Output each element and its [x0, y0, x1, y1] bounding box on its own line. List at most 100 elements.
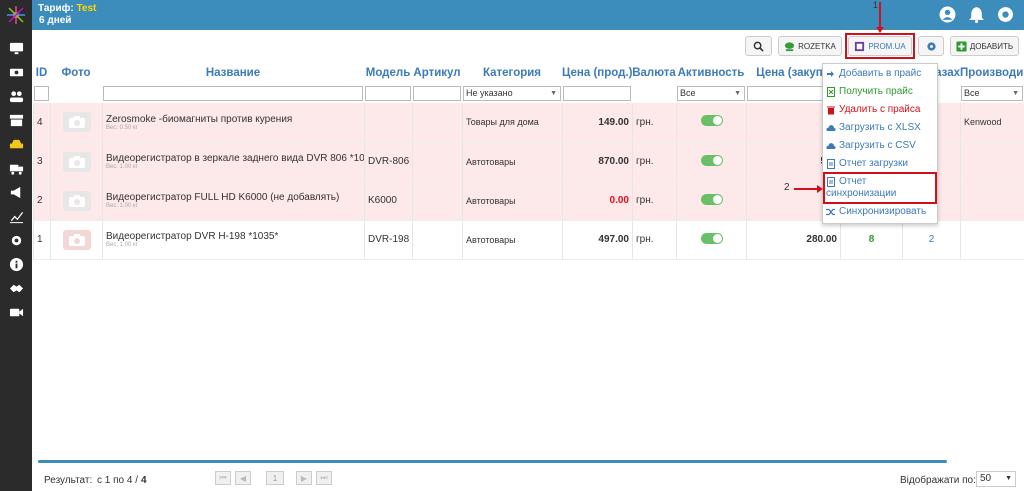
filter-producer[interactable]: Все ▼ [961, 85, 1023, 101]
row-article [412, 142, 463, 182]
user-icon[interactable] [939, 6, 956, 23]
col-currency[interactable]: Валюта [632, 63, 676, 83]
menu-add-to-price[interactable]: Добавить в прайс [823, 66, 937, 84]
archive-icon[interactable] [8, 112, 24, 128]
car-icon[interactable] [8, 136, 24, 152]
product-weight: Вес: 0.50 кг [106, 124, 138, 131]
trash-icon [827, 106, 835, 115]
cloud-upload-icon [826, 143, 836, 149]
per-page-select[interactable]: 50 ▼ [976, 471, 1016, 487]
row-id: 4 [33, 103, 51, 143]
cloud-upload-icon [826, 125, 836, 131]
row-id: 1 [33, 220, 51, 260]
row-model [364, 103, 413, 143]
menu-synchronize[interactable]: Синхронизировать [823, 204, 937, 222]
last-page-button[interactable]: ⏭ [316, 471, 332, 485]
col-article[interactable]: Артикул [412, 63, 462, 83]
pager: Результат: с 1 по 4 / 4 ⏮ ◀ 1 ▶ ⏭ Відобр… [0, 468, 1024, 490]
product-name[interactable]: Видеорегистратор FULL HD K6000 (не добав… [106, 192, 361, 203]
activity-toggle[interactable] [700, 115, 723, 127]
col-producer[interactable]: Производи [960, 63, 1024, 83]
col-category[interactable]: Категория [462, 63, 562, 83]
app-logo-icon[interactable] [5, 4, 27, 26]
menu-upload-xlsx[interactable]: Загрузить с XLSX [823, 120, 937, 138]
money-icon[interactable] [8, 64, 24, 80]
col-name[interactable]: Название [102, 63, 364, 83]
product-weight: Вес: 1.00 кг [106, 203, 138, 209]
row-id: 3 [33, 142, 51, 182]
filter-model[interactable] [365, 85, 411, 101]
gear-icon[interactable] [8, 232, 24, 248]
activity-toggle[interactable] [700, 193, 723, 205]
product-name[interactable]: Видеорегистратор DVR H-198 *1035* [106, 231, 361, 242]
activity-toggle[interactable] [700, 154, 723, 166]
search-button[interactable] [745, 36, 772, 56]
row-article [412, 220, 463, 260]
filter-activity[interactable]: Все ▼ [677, 85, 745, 101]
table-row[interactable]: 1 Видеорегистратор DVR H-198 *1035* Вес: 1… [33, 220, 1024, 260]
settings-button[interactable] [918, 36, 944, 56]
video-icon[interactable] [8, 304, 24, 320]
col-photo[interactable]: Фото [50, 63, 102, 83]
row-producer: Kenwood [960, 103, 1024, 143]
col-price[interactable]: Цена (прод.) [562, 63, 632, 83]
col-model[interactable]: Модель [364, 63, 412, 83]
col-activity[interactable]: Активность [676, 63, 746, 83]
product-weight: Вес: 1.00 кг [106, 242, 138, 248]
prev-page-button[interactable]: ◀ [235, 471, 251, 485]
camera-placeholder-icon[interactable] [62, 151, 91, 172]
product-name[interactable]: Zerosmoke -биомагниты против курения [106, 114, 361, 125]
horizontal-scrollbar[interactable] [38, 460, 947, 463]
per-page-value: 50 [980, 473, 992, 484]
product-name[interactable]: Видеорегистратор в зеркале заднего вида … [106, 153, 365, 164]
chart-icon[interactable] [8, 208, 24, 224]
row-currency: грн. [632, 103, 677, 143]
row-model: K6000 [364, 181, 413, 221]
first-page-button[interactable]: ⏮ [215, 471, 231, 485]
page-number-input[interactable]: 1 [266, 471, 284, 485]
info-icon[interactable] [8, 256, 24, 272]
row-producer [960, 181, 1024, 221]
row-category: Автотовары [462, 220, 563, 260]
filter-id[interactable] [34, 85, 49, 101]
col-id[interactable]: ID [33, 63, 50, 83]
annotation-label-2: 2 [784, 182, 790, 193]
tariff-value: Test [76, 3, 97, 14]
result-total: 4 [141, 475, 147, 486]
filter-category-value: Не указано [466, 87, 513, 98]
bell-icon[interactable] [968, 6, 985, 23]
row-article [412, 103, 463, 143]
row-category: Автотовары [462, 181, 563, 221]
monitor-icon[interactable] [8, 40, 24, 56]
filter-name[interactable] [103, 85, 363, 101]
menu-upload-csv[interactable]: Загрузить с CSV [823, 138, 937, 156]
support-icon[interactable] [997, 6, 1014, 23]
row-producer [960, 220, 1024, 260]
menu-remove-from-price[interactable]: Удалить с прайса [823, 102, 937, 120]
row-article [412, 181, 463, 221]
filter-price[interactable] [563, 85, 631, 101]
filter-activity-value: Все [680, 87, 696, 98]
megaphone-icon[interactable] [8, 184, 24, 200]
activity-toggle[interactable] [700, 232, 723, 244]
camera-placeholder-icon[interactable] [62, 229, 91, 250]
next-page-button[interactable]: ▶ [296, 471, 312, 485]
tariff-info: Тариф: Test 6 дней [38, 3, 96, 27]
rozetka-button[interactable]: ROZETKA [778, 36, 842, 56]
row-category: Автотовары [462, 142, 563, 182]
camera-placeholder-icon[interactable] [62, 190, 91, 211]
filter-category[interactable]: Не указано ▼ [463, 85, 561, 101]
handshake-icon[interactable] [8, 280, 24, 296]
menu-get-price[interactable]: Получить прайс [823, 84, 937, 102]
caret-down-icon: ▼ [1012, 89, 1019, 97]
row-qty: 8 [840, 220, 903, 260]
users-icon[interactable] [8, 88, 24, 104]
camera-placeholder-icon[interactable] [62, 112, 91, 133]
add-button[interactable]: ДОБАВИТЬ [950, 36, 1019, 56]
filter-article[interactable] [413, 85, 461, 101]
row-stock[interactable]: 2 [902, 220, 961, 260]
row-id: 2 [33, 181, 51, 221]
truck-icon[interactable] [8, 160, 24, 176]
row-purchase: 280.00 [746, 220, 841, 260]
annotation-arrow-1-head [876, 27, 884, 33]
